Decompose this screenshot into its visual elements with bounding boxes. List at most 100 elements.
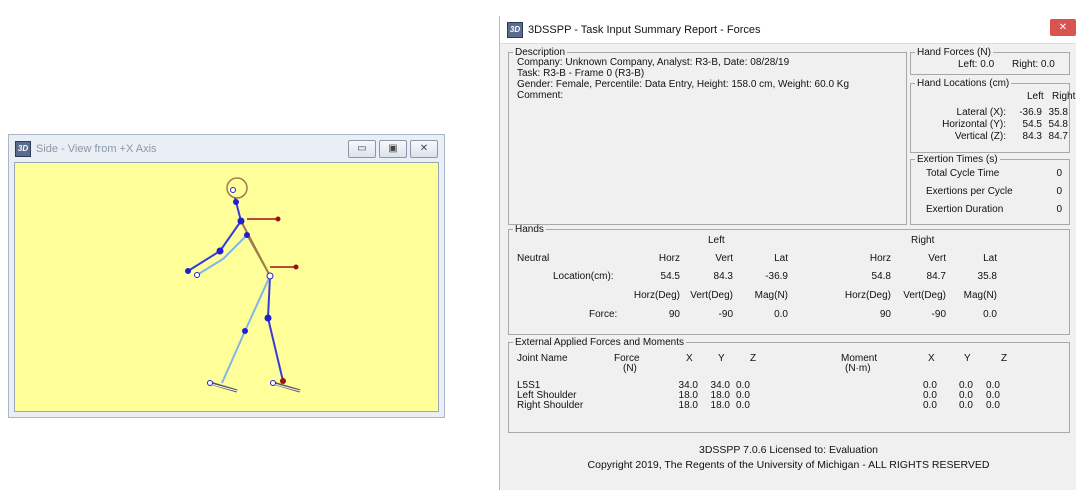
moment-z-header: Z	[1001, 353, 1008, 364]
report-title: 3DSSPP - Task Input Summary Report - For…	[528, 23, 761, 36]
description-line: Company: Unknown Company, Analyst: R3-B,…	[517, 57, 790, 68]
hands-right-header-deg: Horz(Deg)	[844, 290, 891, 301]
hands-right-header-deg: Vert(Deg)	[903, 290, 946, 301]
shin-back	[221, 330, 246, 384]
force-y: 18.0	[710, 400, 730, 411]
joint-shoulder	[237, 217, 245, 225]
hands-right-header: Lat	[983, 253, 997, 264]
hands-location-label: Location(cm):	[553, 271, 614, 282]
license-text: 3DSSPP 7.0.6 Licensed to: Evaluation	[698, 444, 878, 456]
moment-unit-header: (N·m)	[845, 363, 871, 374]
thigh-back	[244, 275, 271, 332]
force-z: 0.0	[736, 400, 750, 411]
hands-left-location: 84.3	[713, 271, 733, 282]
joint-ankle-front	[280, 378, 286, 384]
hands-right-header: Horz	[869, 253, 891, 264]
hands-left-force: 90	[668, 309, 680, 320]
hand-force-left: Left: 0.0	[958, 59, 995, 70]
close-button[interactable]: ✕	[1050, 19, 1076, 36]
hand-location-label: Lateral (X):	[956, 107, 1006, 118]
hands-left-title: Left	[708, 235, 725, 246]
forearm-back	[196, 258, 224, 276]
hands-left-header-deg: Vert(Deg)	[690, 290, 733, 301]
hand-forces-legend: Hand Forces (N)	[917, 47, 991, 58]
hands-left-force: 0.0	[774, 309, 788, 320]
hands-right-force: 0.0	[983, 309, 997, 320]
hands-neutral-label: Neutral	[517, 253, 550, 264]
hand-location-left: -36.9	[1019, 107, 1042, 118]
hands-right-header: Vert	[928, 253, 946, 264]
joint-name: Right Shoulder	[517, 400, 584, 411]
hands-force-label: Force:	[589, 309, 618, 320]
force-y-header: Y	[718, 353, 725, 364]
hands-left-location: 54.5	[660, 271, 680, 282]
foot-front-inner	[273, 383, 301, 392]
moment-x: 0.0	[923, 400, 937, 411]
hands-left-header: Horz	[658, 253, 680, 264]
hands-right-location: 84.7	[926, 271, 946, 282]
torso-back-segment	[246, 234, 271, 277]
upper-arm-back	[222, 234, 248, 260]
hands-right-force: 90	[879, 309, 891, 320]
exertion-times-legend: Exertion Times (s)	[917, 154, 998, 165]
joint-head-small	[230, 187, 236, 193]
exertion-label: Exertion Duration	[926, 204, 1004, 215]
exertion-label: Exertions per Cycle	[926, 186, 1013, 197]
force-x-header: X	[686, 353, 693, 364]
description-line: Comment:	[517, 90, 564, 101]
foot-back-inner	[210, 383, 238, 392]
app-icon: 3D	[15, 140, 31, 157]
hand-location-right: 84.7	[1048, 131, 1068, 142]
hand-location-label: Horizontal (Y):	[942, 119, 1006, 130]
thigh-front	[267, 275, 271, 319]
hands-legend: Hands	[515, 224, 544, 235]
hand-locations-legend: Hand Locations (cm)	[917, 78, 1010, 89]
hand-location-left: 84.3	[1022, 131, 1042, 142]
side-view-title: Side - View from +X Axis	[36, 142, 157, 155]
exertion-label: Total Cycle Time	[926, 168, 1000, 179]
moment-y: 0.0	[959, 400, 973, 411]
joint-neck	[233, 199, 239, 205]
joint-heel-front	[270, 380, 276, 386]
force-arrow-hip-tip	[293, 264, 299, 270]
hand-locations-col-right: Right	[1052, 91, 1076, 102]
moment-x-header: X	[928, 353, 935, 364]
force-arrow-shoulder-tip	[275, 216, 281, 222]
joint-hip	[266, 272, 274, 280]
shin-front	[267, 317, 284, 382]
joint-knee-back	[242, 328, 248, 334]
exertion-value: 0	[1056, 204, 1062, 215]
maximize-button[interactable]: ▣	[379, 139, 407, 158]
joint-name-header: Joint Name	[517, 353, 568, 364]
joint-elbow	[216, 247, 224, 255]
hands-right-location: 35.8	[977, 271, 997, 282]
force-z-header: Z	[750, 353, 757, 364]
joint-hand	[185, 268, 191, 274]
hands-left-header-deg: Horz(Deg)	[633, 290, 680, 301]
side-view-window: 3D Side - View from +X Axis ▭ ▣ ✕	[8, 134, 445, 418]
minimize-button[interactable]: ▭	[348, 139, 376, 158]
hand-location-left: 54.5	[1022, 119, 1042, 130]
forearm	[187, 250, 221, 272]
hands-left-location: -36.9	[765, 271, 788, 282]
hand-force-right: Right: 0.0	[1012, 59, 1055, 70]
hands-right-title: Right	[911, 235, 935, 246]
hands-right-location: 54.8	[871, 271, 891, 282]
hands-right-force: -90	[931, 309, 946, 320]
report-titlebar[interactable]: 3D 3DSSPP - Task Input Summary Report - …	[500, 16, 1076, 44]
force-x: 18.0	[678, 400, 698, 411]
exertion-value: 0	[1056, 168, 1062, 179]
side-view-canvas[interactable]	[14, 162, 439, 412]
exertion-value: 0	[1056, 186, 1062, 197]
close-button[interactable]: ✕	[410, 139, 438, 158]
hands-left-header: Vert	[715, 253, 733, 264]
hand-location-right: 35.8	[1048, 107, 1068, 118]
skeleton-figure	[185, 177, 301, 393]
hands-left-force: -90	[718, 309, 733, 320]
side-view-titlebar[interactable]: 3D Side - View from +X Axis ▭ ▣ ✕	[9, 135, 444, 162]
moment-y-header: Y	[964, 353, 971, 364]
app-icon: 3D	[507, 21, 523, 38]
description-line: Task: R3-B - Frame 0 (R3-B)	[517, 68, 645, 79]
hands-left-header: Lat	[774, 253, 788, 264]
force-unit-header: (N)	[623, 363, 637, 374]
